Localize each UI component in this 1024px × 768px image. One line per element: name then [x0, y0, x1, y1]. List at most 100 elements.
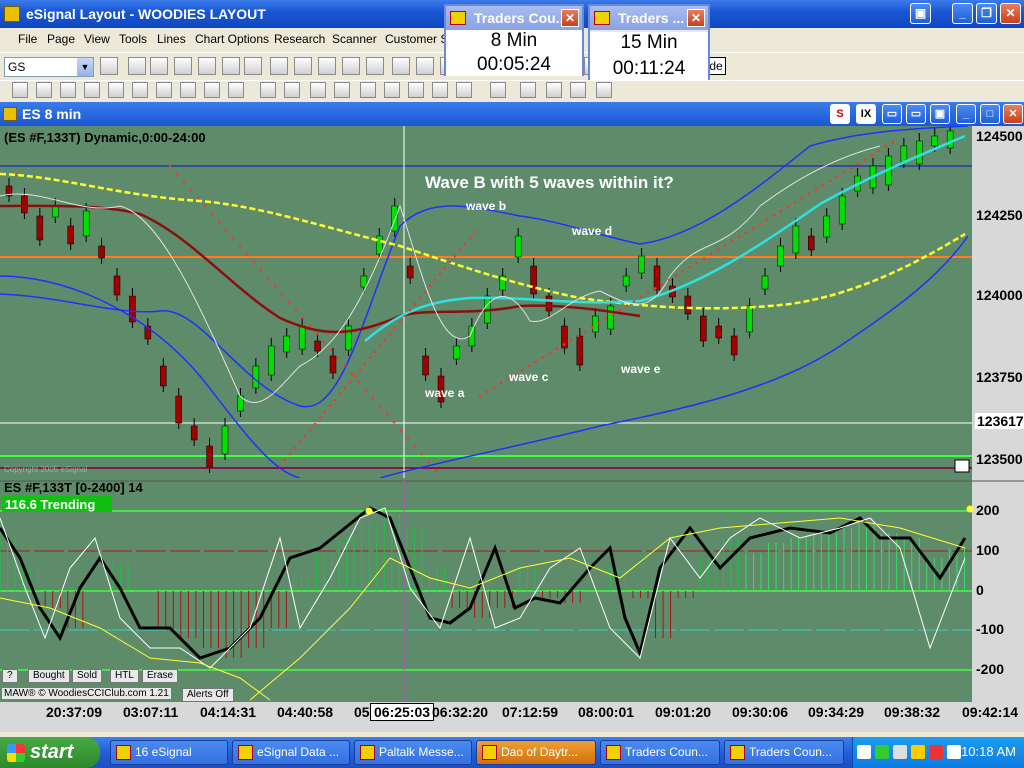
toolbar-icon[interactable]	[416, 57, 434, 75]
drawing-tool-icon[interactable]	[456, 82, 472, 98]
candle	[113, 275, 121, 296]
price-label-123500: 123500	[976, 451, 1023, 467]
tray-expand-icon[interactable]	[857, 745, 871, 759]
drawing-tool-icon[interactable]	[36, 82, 52, 98]
drawing-tool-icon[interactable]	[260, 82, 276, 98]
toolbar-icon[interactable]	[392, 57, 410, 75]
psar-dot	[611, 313, 615, 316]
psar-dot	[428, 284, 432, 288]
countdown-titlebar[interactable]: Traders ... ✕	[590, 6, 708, 30]
chevron-down-icon[interactable]: ▼	[77, 58, 93, 76]
sold-button[interactable]: Sold	[72, 669, 103, 683]
menu-lines[interactable]: Lines	[157, 32, 186, 46]
candle	[946, 130, 954, 149]
countdown-window-8min[interactable]: Traders Cou... ✕ 8 Min 00:05:24	[444, 4, 584, 76]
drawing-tool-icon[interactable]	[12, 82, 28, 98]
minimize-button[interactable]: _	[952, 3, 973, 24]
toolbar-icon[interactable]	[270, 57, 288, 75]
menu-research[interactable]: Research	[274, 32, 325, 46]
task-traders-countdown-2[interactable]: Traders Coun...	[724, 740, 844, 765]
start-button[interactable]: start	[0, 737, 100, 768]
toolbar-icon[interactable]	[150, 57, 168, 75]
cascade-button[interactable]: ▭	[906, 104, 926, 124]
drawing-tool-icon[interactable]	[432, 82, 448, 98]
network-icon[interactable]	[875, 745, 889, 759]
htl-button[interactable]: HTL	[110, 669, 139, 683]
cci-help-button[interactable]: ?	[2, 669, 18, 683]
menu-scanner[interactable]: Scanner	[332, 32, 377, 46]
scroll-right-icon[interactable]	[954, 459, 970, 473]
drawing-tool-icon[interactable]	[284, 82, 300, 98]
drawing-tool-icon[interactable]	[132, 82, 148, 98]
psar-dot	[800, 196, 804, 200]
task-label: Traders Coun...	[749, 745, 832, 759]
symbol-link-button[interactable]: S	[830, 104, 850, 124]
countdown-titlebar[interactable]: Traders Cou... ✕	[446, 6, 582, 30]
menu-file[interactable]: File	[18, 32, 37, 46]
close-icon[interactable]: ✕	[687, 9, 705, 27]
drawing-tool-icon[interactable]	[156, 82, 172, 98]
chart-close-button[interactable]: ✕	[1003, 104, 1023, 124]
drawing-tool-icon[interactable]	[228, 82, 244, 98]
menu-tools[interactable]: Tools	[119, 32, 147, 46]
drawing-tool-icon[interactable]	[60, 82, 76, 98]
toolbar-icon[interactable]	[128, 57, 146, 75]
task-paltalk[interactable]: Paltalk Messe...	[354, 740, 472, 765]
menu-page[interactable]: Page	[47, 32, 75, 46]
candle	[916, 140, 923, 165]
drawing-tool-icon[interactable]	[84, 82, 100, 98]
task-dao-of-daytrading[interactable]: Dao of Daytr...	[476, 740, 596, 765]
drawing-tool-icon[interactable]	[334, 82, 350, 98]
tile-button[interactable]: ▭	[882, 104, 902, 124]
toolbar-icon[interactable]	[198, 57, 216, 75]
toolbar-icon[interactable]	[342, 57, 360, 75]
chart-window-titlebar[interactable]: ES 8 min S IX ▭ ▭ ▣ _ □ ✕	[0, 102, 1024, 126]
volume-icon[interactable]	[893, 745, 907, 759]
psar-dot	[562, 343, 566, 346]
tray-misc-icon[interactable]	[947, 745, 961, 759]
chart-maximize-button[interactable]: □	[980, 104, 1000, 124]
drawing-tool-icon[interactable]	[408, 82, 424, 98]
symbol-input[interactable]: GS ▼	[4, 57, 94, 77]
drawing-tool-icon[interactable]	[108, 82, 124, 98]
drawing-tool-icon[interactable]	[490, 82, 506, 98]
drawing-tool-icon[interactable]	[360, 82, 376, 98]
drawing-tool-icon[interactable]	[180, 82, 196, 98]
tray-app-icon[interactable]	[911, 745, 925, 759]
toolbar-icon[interactable]	[318, 57, 336, 75]
chart-help-button[interactable]: ▣	[930, 104, 950, 124]
toolbar-icon[interactable]	[222, 57, 240, 75]
menu-chart-options[interactable]: Chart Options	[195, 32, 269, 46]
drawing-tool-icon[interactable]	[520, 82, 536, 98]
erase-button[interactable]: Erase	[142, 669, 179, 683]
toolbar-icon[interactable]	[244, 57, 262, 75]
psar-dot	[716, 248, 720, 252]
drawing-tool-icon[interactable]	[310, 82, 326, 98]
time-axis: 20:37:09 03:07:11 04:14:31 04:40:58 05 0…	[0, 702, 1024, 732]
psar-dot	[238, 244, 242, 248]
drawing-tool-icon[interactable]	[596, 82, 612, 98]
chart-minimize-button[interactable]: _	[956, 104, 976, 124]
help-button[interactable]: ▣	[910, 3, 931, 24]
alerts-off-button[interactable]: Alerts Off	[182, 688, 234, 702]
price-chart[interactable]: (ES #F,133T) Dynamic,0:00-24:00 Copyrigh…	[0, 126, 1024, 478]
toolbar-icon[interactable]	[100, 57, 118, 75]
toolbar-icon[interactable]	[366, 57, 384, 75]
countdown-window-15min[interactable]: Traders ... ✕ 15 Min 00:11:24	[588, 4, 710, 80]
task-traders-countdown-1[interactable]: Traders Coun...	[600, 740, 720, 765]
task-esignal[interactable]: 16 eSignal	[110, 740, 228, 765]
drawing-tool-icon[interactable]	[384, 82, 400, 98]
toolbar-icon[interactable]	[294, 57, 312, 75]
bought-button[interactable]: Bought	[28, 669, 70, 683]
close-button[interactable]: ✕	[1000, 3, 1021, 24]
close-icon[interactable]: ✕	[561, 9, 579, 27]
drawing-tool-icon[interactable]	[546, 82, 562, 98]
task-esignal-data[interactable]: eSignal Data ...	[232, 740, 350, 765]
toolbar-icon[interactable]	[174, 57, 192, 75]
drawing-tool-icon[interactable]	[570, 82, 586, 98]
security-icon[interactable]	[929, 745, 943, 759]
restore-button[interactable]: ❐	[976, 3, 997, 24]
menu-view[interactable]: View	[84, 32, 110, 46]
drawing-tool-icon[interactable]	[204, 82, 220, 98]
interval-link-button[interactable]: IX	[856, 104, 876, 124]
